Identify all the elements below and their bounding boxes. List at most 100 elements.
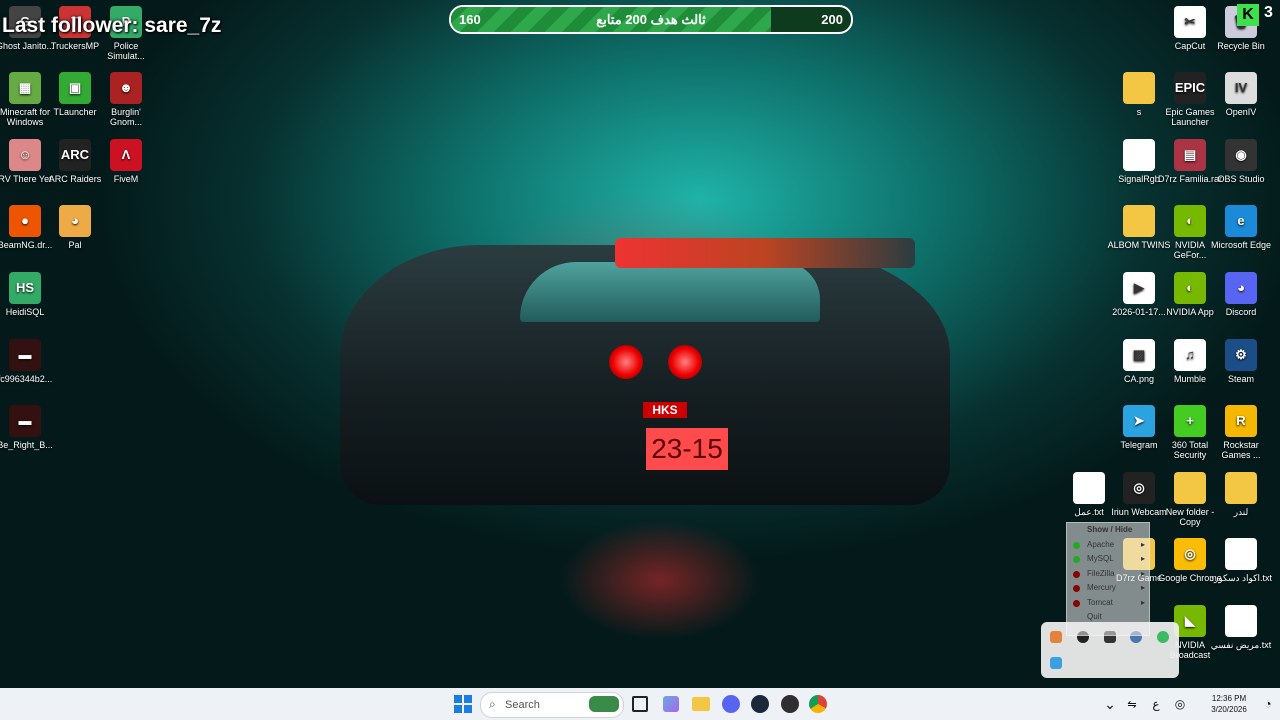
desktop-icon[interactable]: IV OpenIV (1209, 72, 1273, 117)
desktop: HKS 23-15 G Ghost Janito... T TruckersMP P Po… (0, 0, 1280, 688)
menu-item-label: Tomcat (1087, 597, 1113, 607)
widgets-icon (663, 696, 679, 712)
desktop-icon[interactable]: e Microsoft Edge (1209, 205, 1273, 250)
desktop-icon[interactable]: ◉ OBS Studio (1209, 139, 1273, 184)
desktop-icon-label: اكواد دسكورد.txt (1210, 573, 1272, 583)
desktop-icon[interactable]: ☻ Burglin' Gnom... (94, 72, 158, 127)
menu-item-mysql[interactable]: MySQL ▸ (1067, 552, 1149, 567)
desktop-icon-label: HeidiSQL (5, 307, 45, 317)
desktop-icon[interactable]: ◕ Discord (1209, 272, 1273, 317)
app-tray-icon[interactable] (1050, 657, 1062, 669)
desktop-icon-label: OBS Studio (1217, 174, 1265, 184)
pal-icon: ◕ (59, 205, 91, 237)
submenu-arrow-icon: ▸ (1140, 597, 1145, 607)
desktop-icon[interactable]: ⚙ Steam (1209, 339, 1273, 384)
menu-item-quit[interactable]: Quit (1067, 610, 1149, 625)
desktop-icon[interactable]: اكواد دسكورد.txt (1209, 538, 1273, 583)
menu-item-tomcat[interactable]: Tomcat ▸ (1067, 596, 1149, 611)
desktop-icon[interactable]: ▬ fc996344b2... (0, 339, 57, 384)
webcam-icon: ◎ (1123, 472, 1155, 504)
wallpaper-plate-brand: HKS (643, 402, 687, 418)
desktop-icon[interactable]: R Rockstar Games ... (1209, 405, 1273, 460)
desktop-icon[interactable]: لندر (1209, 472, 1273, 517)
nvidia-app-icon: ◐ (1174, 272, 1206, 304)
menu-item-apache[interactable]: Apache ▸ (1067, 538, 1149, 553)
desktop-icon-label: لندر (1233, 507, 1249, 517)
rockstar-icon: R (1225, 405, 1257, 437)
obs-icon: ◉ (1225, 139, 1257, 171)
status-tray-icon[interactable] (1157, 631, 1169, 643)
desktop-icon-label: FiveM (113, 174, 139, 184)
last-follower-label: Last follower: sare_7z (2, 14, 222, 37)
submenu-arrow-icon: ▸ (1140, 539, 1145, 549)
wallpaper-car-spoiler (615, 238, 915, 268)
security-icon: + (1174, 405, 1206, 437)
widgets-button[interactable] (659, 692, 683, 716)
video-file-icon: ▬ (9, 339, 41, 371)
search-placeholder: Search (505, 699, 540, 711)
video-file-icon: ▬ (9, 405, 41, 437)
status-dot-icon (1073, 541, 1080, 549)
tray-chevron-button[interactable]: ⌄ (1098, 692, 1122, 716)
desktop-icon[interactable]: HS HeidiSQL (0, 272, 57, 317)
folder-icon (1174, 472, 1206, 504)
desktop-icon-label: Steam (1227, 374, 1254, 384)
heidisql-icon: HS (9, 272, 41, 304)
capcut-icon: ✂ (1174, 6, 1206, 38)
video-icon: ▶ (1123, 272, 1155, 304)
desktop-icon[interactable]: Λ FiveM (94, 139, 158, 184)
steam-icon (751, 695, 769, 713)
menu-item-label: FileZilla (1087, 568, 1115, 578)
task-view-button[interactable] (628, 692, 652, 716)
image-file-icon: ▨ (1123, 339, 1155, 371)
epic-games-icon: EPIC (1174, 72, 1206, 104)
desktop-icon-label: Discord (1225, 307, 1257, 317)
start-button[interactable] (451, 692, 475, 716)
follower-goal-bar: 160 ثالث هدف 200 متابع 200 (449, 5, 853, 34)
taskbar-search-box[interactable]: ⌕ Search (480, 692, 624, 718)
language-indicator[interactable]: ع (1144, 692, 1168, 716)
obs-icon (781, 695, 799, 713)
folder-icon (1123, 72, 1155, 104)
desktop-icon-label: Microsoft Edge (1210, 240, 1272, 250)
clock-time: 12:36 PM (1211, 694, 1247, 703)
chrome-icon (809, 695, 827, 713)
input-indicator-icon[interactable]: ⇋ (1120, 692, 1144, 716)
submenu-arrow-icon: ▸ (1140, 583, 1145, 592)
beamng-icon: ● (9, 205, 41, 237)
network-icon[interactable]: ◎ (1168, 692, 1192, 716)
discord-icon: ◕ (1225, 272, 1257, 304)
notifications-icon[interactable]: ◔ (1256, 692, 1280, 716)
desktop-icon[interactable]: مريض نفسي.txt (1209, 605, 1273, 650)
xampp-tray-icon[interactable] (1050, 631, 1062, 643)
xampp-context-menu: Show / Hide Apache ▸ MySQL ▸ FileZilla ▸ Me… (1066, 522, 1150, 636)
folder-icon (1225, 472, 1257, 504)
desktop-icon-label: Pal (68, 240, 82, 250)
menu-item-filezilla[interactable]: FileZilla ▸ (1067, 567, 1149, 582)
menu-item-mercury[interactable]: Mercury ▸ (1067, 581, 1149, 596)
wallpaper-car-window (520, 262, 820, 322)
goal-target-count: 200 (821, 12, 843, 27)
wallpaper-taillight (609, 345, 643, 379)
desktop-icon-label: fc996344b2... (0, 374, 53, 384)
fivem-icon: Λ (110, 139, 142, 171)
openiv-icon: IV (1225, 72, 1257, 104)
steam-taskbar-button[interactable] (748, 692, 772, 716)
desktop-icon-label: Burglin' Gnom... (109, 107, 142, 127)
discord-taskbar-button[interactable] (719, 692, 743, 716)
desktop-icon[interactable]: ▬ Be_Right_B... (0, 405, 57, 450)
minecraft-icon: ▦ (9, 72, 41, 104)
submenu-arrow-icon: ▸ (1140, 554, 1145, 563)
text-file-icon (1225, 605, 1257, 637)
file-explorer-button[interactable] (689, 692, 713, 716)
chrome-taskbar-button[interactable] (806, 692, 830, 716)
obs-taskbar-button[interactable] (778, 692, 802, 716)
menu-item-label: Apache (1087, 539, 1115, 549)
menu-item-label: MySQL (1087, 554, 1114, 563)
rar-icon: ▤ (1174, 139, 1206, 171)
taskbar-clock[interactable]: 12:36 PM 3/20/2026 (1205, 693, 1253, 715)
search-highlight-icon (589, 696, 619, 712)
menu-show-hide[interactable]: Show / Hide (1067, 523, 1149, 538)
folder-icon (692, 697, 710, 711)
desktop-icon[interactable]: ◕ Pal (43, 205, 107, 250)
